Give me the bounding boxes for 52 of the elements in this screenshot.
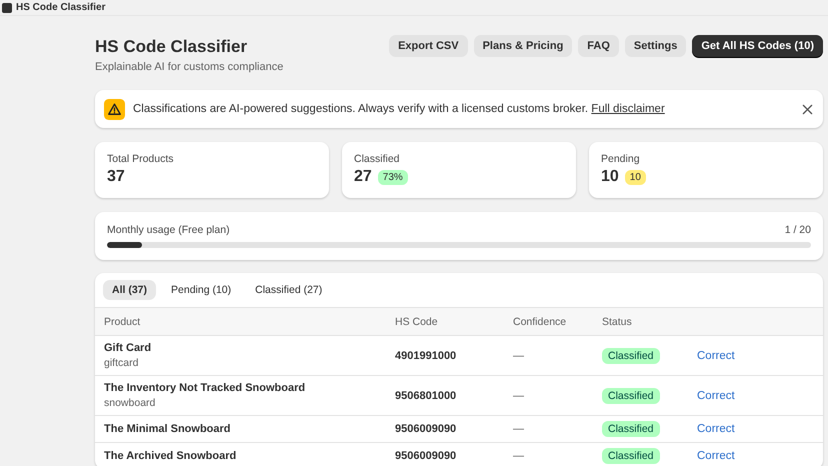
status-badge: Classified (602, 348, 660, 364)
page-title: HS Code Classifier (95, 37, 248, 57)
correct-link[interactable]: Correct (697, 350, 735, 362)
close-icon[interactable] (802, 104, 813, 114)
status-badge: Classified (602, 421, 660, 437)
product-name: The Archived Snowboard (104, 450, 238, 462)
product-name: Gift Card (104, 342, 152, 354)
confidence-value: — (513, 390, 525, 402)
confidence-value: — (513, 350, 525, 362)
stat-value: 10 (601, 168, 619, 186)
header-button[interactable]: Settings (624, 35, 686, 57)
app-title: HS Code Classifier (16, 2, 106, 13)
usage-label: Monthly usage (Free plan) (107, 224, 230, 236)
header-button[interactable]: Plans & Pricing (474, 35, 572, 57)
stat-label: Total Products (107, 153, 175, 165)
disclaimer-link[interactable]: Full disclaimer (591, 103, 665, 115)
confidence-value: — (513, 423, 525, 435)
correct-link[interactable]: Correct (697, 450, 735, 462)
column-header: HS Code (395, 316, 439, 328)
warning-icon (104, 98, 125, 120)
stat-badge: 73% (378, 170, 408, 184)
product-handle: giftcard (104, 357, 140, 369)
stat-value: 27 (354, 168, 372, 186)
stat-label: Classified (354, 153, 401, 165)
correct-link[interactable]: Correct (697, 390, 735, 402)
confidence-value: — (513, 450, 525, 462)
column-header: Status (602, 316, 633, 328)
stat-badge: 10 (624, 170, 646, 184)
alert-message: Classifications are AI-powered suggestions. Always verify with a licensed customs broker. Full disclaimer (133, 103, 666, 115)
filter-tab[interactable]: Pending (10) (162, 280, 240, 300)
page-subtitle: Explainable AI for customs compliance (95, 61, 284, 73)
correct-link[interactable]: Correct (697, 423, 735, 435)
header-button[interactable]: Export CSV (389, 35, 468, 57)
product-name: The Inventory Not Tracked Snowboard (104, 382, 306, 394)
hs-code: 9506009090 (395, 450, 458, 462)
status-badge: Classified (602, 388, 660, 404)
status-badge: Classified (602, 448, 660, 464)
hs-code: 9506801000 (395, 390, 458, 402)
header-button[interactable]: FAQ (578, 35, 619, 57)
product-handle: snowboard (104, 397, 156, 409)
product-name: The Minimal Snowboard (104, 423, 232, 435)
app-logo-icon (2, 2, 12, 12)
hs-code: 4901991000 (395, 350, 458, 362)
usage-reading: 1 / 20 (784, 224, 811, 236)
filter-tab[interactable]: All (37) (103, 280, 156, 300)
stat-label: Pending (601, 153, 641, 165)
hs-code: 9506009090 (395, 423, 458, 435)
stat-value: 37 (107, 168, 125, 186)
column-header: Product (104, 316, 142, 328)
filter-tab[interactable]: Classified (27) (246, 280, 332, 300)
header-button[interactable]: Get All HS Codes (10) (692, 35, 823, 57)
column-header: Confidence (513, 316, 568, 328)
